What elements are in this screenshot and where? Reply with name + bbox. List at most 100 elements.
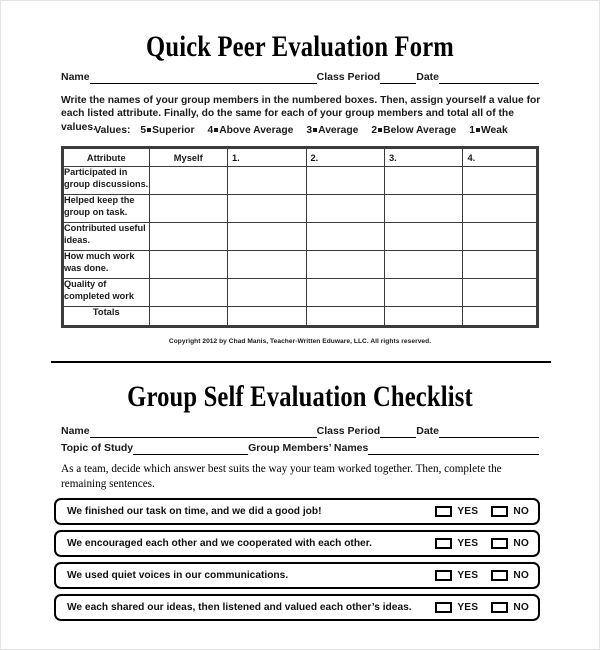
class-period-label-2: Class Period [316, 425, 381, 437]
score-cell-member3-2[interactable] [383, 194, 464, 223]
date-label-2: Date [416, 425, 439, 437]
checklist-item-1-options: YES NO [435, 506, 529, 517]
yes-label: YES [457, 538, 479, 549]
score-cell-member1-2[interactable] [227, 194, 307, 223]
total-cell-member3[interactable] [383, 306, 464, 327]
total-cell-member2[interactable] [305, 306, 385, 327]
checklist-item-1-no-option[interactable]: NO [491, 506, 529, 517]
attribute-label-2: Helped keep the group on task. [62, 194, 150, 223]
checkbox-icon[interactable] [435, 602, 453, 613]
score-cell-member4-3[interactable] [462, 222, 538, 251]
checkbox-icon[interactable] [491, 602, 509, 613]
group-members-names-input-line[interactable] [368, 443, 539, 455]
checklist-item-3-no-option[interactable]: NO [491, 570, 529, 581]
column-header-attribute: Attribute [62, 147, 150, 167]
checklist-item-3-yes-option[interactable]: YES [435, 570, 478, 581]
copyright-notice: Copyright 2012 by Chad Manis, Teacher-Wr… [168, 338, 432, 345]
value-meaning-2: Below Average [383, 125, 457, 136]
table-totals-row: Totals [62, 306, 538, 327]
name-input-line[interactable] [89, 72, 317, 84]
no-label: NO [513, 506, 529, 517]
value-number-3: 3 [306, 125, 313, 136]
checkbox-icon[interactable] [435, 538, 453, 549]
date-input-line[interactable] [439, 72, 539, 84]
checkbox-icon[interactable] [491, 506, 509, 517]
column-header-member-2: 2. [305, 147, 385, 167]
checklist-item-4-no-option[interactable]: NO [491, 602, 529, 613]
score-cell-myself-1[interactable] [148, 166, 229, 195]
attribute-label-5: Quality of completed work [62, 278, 150, 307]
table-row: Quality of completed work [62, 278, 538, 307]
score-cell-member3-1[interactable] [383, 166, 464, 195]
section-divider [51, 361, 551, 363]
attribute-label-3: Contributed useful ideas. [62, 222, 150, 251]
date-input-line-2[interactable] [439, 426, 539, 438]
value-scale-item-1: 1 Weak [469, 125, 507, 136]
score-cell-member1-1[interactable] [227, 166, 307, 195]
score-cell-member1-4[interactable] [227, 250, 307, 279]
class-period-input-line[interactable] [380, 72, 417, 84]
checklist-item-1-text: We finished our task on time, and we did… [67, 506, 322, 517]
checklist-item-2-no-option[interactable]: NO [491, 538, 529, 549]
no-label: NO [513, 538, 529, 549]
checklist-item-2[interactable]: We encouraged each other and we cooperat… [54, 530, 540, 557]
score-cell-member1-5[interactable] [227, 278, 307, 307]
total-cell-member1[interactable] [227, 306, 307, 327]
score-cell-myself-2[interactable] [148, 194, 229, 223]
value-scale-item-5: 5 Superior [140, 125, 194, 136]
score-cell-member2-1[interactable] [305, 166, 385, 195]
attribute-label-1: Participated in group discussions. [62, 166, 150, 195]
equals-glyph-icon [214, 127, 219, 132]
value-scale-item-3: 3 Average [306, 125, 358, 136]
column-header-member-4: 4. [462, 147, 538, 167]
value-scale-legend: Values: 5 Superior 4 Above Average 3 Average 2 B… [61, 125, 541, 136]
yes-label: YES [457, 506, 479, 517]
table-row: Participated in group discussions. [62, 166, 538, 195]
group-members-names-label: Group Members’ Names [248, 442, 369, 454]
checkbox-icon[interactable] [435, 570, 453, 581]
checklist-item-1[interactable]: We finished our task on time, and we did… [54, 498, 540, 525]
score-cell-member4-2[interactable] [462, 194, 538, 223]
score-cell-member4-1[interactable] [462, 166, 538, 195]
table-header-row: Attribute Myself 1. 2. 3. 4. [62, 147, 538, 167]
checklist-item-4[interactable]: We each shared our ideas, then listened … [54, 594, 540, 621]
table-row: Contributed useful ideas. [62, 222, 538, 251]
score-cell-member1-3[interactable] [227, 222, 307, 251]
equals-glyph-icon [147, 127, 152, 132]
score-cell-member4-5[interactable] [462, 278, 538, 307]
class-period-label: Class Period [316, 71, 381, 83]
score-cell-myself-5[interactable] [148, 278, 229, 307]
checkbox-icon[interactable] [491, 538, 509, 549]
checklist-container: We finished our task on time, and we did… [54, 498, 540, 621]
checklist-item-4-yes-option[interactable]: YES [435, 602, 478, 613]
instructions-group-self-evaluation: As a team, decide which answer best suit… [61, 463, 502, 490]
score-cell-member2-3[interactable] [305, 222, 385, 251]
date-label: Date [416, 71, 439, 83]
checkbox-icon[interactable] [435, 506, 453, 517]
no-label: NO [513, 570, 529, 581]
name-input-line-2[interactable] [89, 426, 317, 438]
score-cell-member3-3[interactable] [383, 222, 464, 251]
total-cell-member4[interactable] [462, 306, 538, 327]
checklist-item-1-yes-option[interactable]: YES [435, 506, 478, 517]
checklist-item-3[interactable]: We used quiet voices in our communicatio… [54, 562, 540, 589]
value-meaning-4: Above Average [219, 125, 294, 136]
checklist-item-2-yes-option[interactable]: YES [435, 538, 478, 549]
yes-label: YES [457, 570, 479, 581]
score-cell-member2-2[interactable] [305, 194, 385, 223]
score-cell-member3-5[interactable] [383, 278, 464, 307]
score-cell-myself-4[interactable] [148, 250, 229, 279]
total-cell-myself[interactable] [148, 306, 229, 327]
column-header-myself: Myself [148, 147, 229, 167]
score-cell-member3-4[interactable] [383, 250, 464, 279]
checkbox-icon[interactable] [491, 570, 509, 581]
score-cell-member4-4[interactable] [462, 250, 538, 279]
name-class-date-row-2: Name Class Period Date [61, 425, 539, 438]
score-cell-member2-5[interactable] [305, 278, 385, 307]
values-label: Values: [94, 125, 131, 136]
score-cell-member2-4[interactable] [305, 250, 385, 279]
score-cell-myself-3[interactable] [148, 222, 229, 251]
class-period-input-line-2[interactable] [380, 426, 417, 438]
topic-of-study-input-line[interactable] [133, 443, 249, 455]
value-meaning-1: Weak [480, 125, 508, 136]
